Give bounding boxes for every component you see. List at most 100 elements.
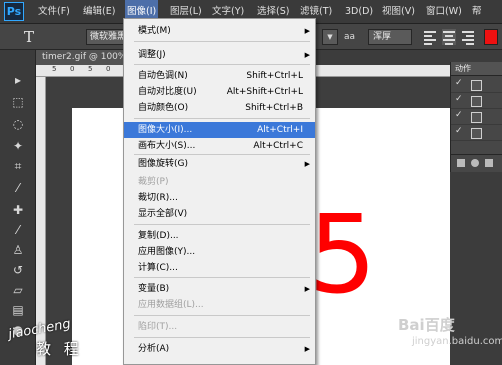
- clone-stamp-icon[interactable]: ♙: [10, 242, 26, 258]
- history-brush-icon[interactable]: ↺: [10, 262, 26, 278]
- canvas-digit: 5: [308, 193, 377, 318]
- photoshop-logo: Ps: [4, 2, 24, 21]
- menu-item-label: 计算(C)...: [138, 263, 178, 273]
- chevron-down-icon[interactable]: ▼: [322, 29, 338, 45]
- anti-alias-select[interactable]: 浑厚: [368, 29, 412, 45]
- menu-item-apply-image[interactable]: 应用图像(Y)...: [124, 244, 315, 260]
- menu-separator: [134, 118, 310, 119]
- action-row[interactable]: ✓: [451, 93, 502, 109]
- submenu-arrow-icon: ▶: [304, 160, 310, 168]
- menu-item-label: 模式(M): [138, 26, 171, 36]
- actions-panel: 动作 ✓ ✓ ✓ ✓: [450, 62, 502, 172]
- crop-tool-icon[interactable]: ⌗: [10, 158, 26, 174]
- menu-edit[interactable]: 编辑(E): [83, 0, 115, 24]
- menu-item-auto-contrast[interactable]: 自动对比度(U) Alt+Shift+Ctrl+L: [124, 84, 315, 100]
- menu-item-trim[interactable]: 裁切(R)...: [124, 190, 315, 206]
- ruler-number: 0: [70, 65, 75, 73]
- healing-brush-icon[interactable]: ✚: [10, 202, 26, 218]
- lasso-tool-icon[interactable]: ◌: [10, 116, 26, 132]
- menu-file[interactable]: 文件(F): [38, 0, 70, 24]
- menu-item-label: 调整(J): [138, 50, 166, 60]
- submenu-arrow-icon: ▶: [304, 285, 310, 293]
- align-left-icon[interactable]: [423, 29, 437, 45]
- menu-item-shortcut: Alt+Ctrl+I: [257, 125, 303, 135]
- menu-item-label: 裁剪(P): [138, 177, 169, 187]
- menu-item-label: 裁切(R)...: [138, 193, 178, 203]
- check-icon[interactable]: ✓: [455, 110, 463, 120]
- dialog-toggle-icon[interactable]: [471, 96, 482, 107]
- menu-view[interactable]: 视图(V): [382, 0, 415, 24]
- menu-item-label: 复制(D)...: [138, 231, 179, 241]
- action-row[interactable]: ✓: [451, 109, 502, 125]
- menu-item-shortcut: Alt+Shift+Ctrl+L: [226, 87, 303, 97]
- menu-item-label: 分析(A): [138, 344, 170, 354]
- dialog-toggle-icon[interactable]: [471, 128, 482, 139]
- menu-item-label: 自动色调(N): [138, 71, 188, 81]
- type-tool-icon[interactable]: T: [20, 27, 38, 47]
- menu-item-image-rotation[interactable]: 图像旋转(G) ▶: [124, 156, 315, 172]
- submenu-arrow-icon: ▶: [304, 51, 310, 59]
- menu-item-label: 自动对比度(U): [138, 87, 197, 97]
- check-icon[interactable]: ✓: [455, 126, 463, 136]
- menu-item-crop: 裁剪(P): [124, 174, 315, 190]
- menu-item-label: 显示全部(V): [138, 209, 188, 219]
- eraser-tool-icon[interactable]: ▱: [10, 282, 26, 298]
- align-center-icon[interactable]: [442, 29, 456, 45]
- menu-3d[interactable]: 3D(D): [345, 0, 373, 24]
- menu-item-auto-color[interactable]: 自动颜色(O) Shift+Ctrl+B: [124, 100, 315, 116]
- menu-item-canvas-size[interactable]: 画布大小(S)... Alt+Ctrl+C: [124, 138, 315, 154]
- text-color-swatch[interactable]: [484, 29, 498, 45]
- menu-separator: [134, 277, 310, 278]
- font-family-select[interactable]: 微软雅黑: [86, 29, 124, 45]
- watermark-baidu: Bai百度 jingyan.baidu.com: [398, 314, 502, 358]
- menu-window[interactable]: 窗口(W): [426, 0, 462, 24]
- menu-help[interactable]: 帮: [472, 0, 482, 24]
- menu-separator: [134, 64, 310, 65]
- submenu-arrow-icon: ▶: [304, 27, 310, 35]
- menu-separator: [134, 315, 310, 316]
- menu-item-label: 变量(B): [138, 284, 170, 294]
- marquee-tool-icon[interactable]: ⬚: [10, 94, 26, 110]
- menu-separator: [134, 337, 310, 338]
- watermark-left: jiaocheng 教 程: [7, 308, 124, 363]
- menu-item-label: 图像大小(I)...: [138, 125, 193, 135]
- menu-item-variables[interactable]: 变量(B) ▶: [124, 281, 315, 297]
- move-tool-icon[interactable]: ▸: [10, 72, 26, 88]
- menu-item-reveal-all[interactable]: 显示全部(V): [124, 206, 315, 222]
- menu-item-image-size[interactable]: 图像大小(I)... Alt+Ctrl+I: [124, 122, 315, 138]
- menu-separator: [134, 41, 310, 42]
- dialog-toggle-icon[interactable]: [471, 80, 482, 91]
- menu-item-analysis[interactable]: 分析(A) ▶: [124, 341, 315, 357]
- document-tab[interactable]: timer2.gif @ 100%: [36, 50, 132, 65]
- dialog-toggle-icon[interactable]: [471, 112, 482, 123]
- check-icon[interactable]: ✓: [455, 94, 463, 104]
- eyedropper-icon[interactable]: ⁄: [10, 180, 26, 196]
- align-right-icon[interactable]: [461, 29, 475, 45]
- record-icon[interactable]: [471, 159, 479, 167]
- check-icon[interactable]: ✓: [455, 78, 463, 88]
- menu-item-auto-tone[interactable]: 自动色调(N) Shift+Ctrl+L: [124, 68, 315, 84]
- menu-item-duplicate[interactable]: 复制(D)...: [124, 228, 315, 244]
- menu-item-adjustments[interactable]: 调整(J) ▶: [124, 47, 315, 63]
- menu-item-apply-data-set: 应用数据组(L)...: [124, 297, 315, 313]
- anti-alias-icon: aa: [344, 32, 356, 42]
- action-row[interactable]: ✓: [451, 125, 502, 141]
- menu-item-calculations[interactable]: 计算(C)...: [124, 260, 315, 276]
- menu-item-label: 图像旋转(G): [138, 159, 188, 169]
- ruler-number: 0: [106, 65, 111, 73]
- watermark-text-cn: 教 程: [36, 340, 83, 358]
- brush-tool-icon[interactable]: ⁄: [10, 222, 26, 238]
- actions-panel-title[interactable]: 动作: [451, 62, 502, 76]
- action-row[interactable]: ✓: [451, 77, 502, 93]
- menu-item-shortcut: Shift+Ctrl+L: [246, 71, 303, 81]
- menu-item-shortcut: Shift+Ctrl+B: [245, 103, 303, 113]
- ruler-number: 5: [52, 65, 57, 73]
- play-icon[interactable]: [485, 159, 493, 167]
- menu-item-mode[interactable]: 模式(M) ▶: [124, 23, 315, 39]
- watermark-url: jingyan.baidu.com: [412, 336, 502, 347]
- menu-item-shortcut: Alt+Ctrl+C: [253, 141, 303, 151]
- ruler-number: 5: [88, 65, 93, 73]
- stop-icon[interactable]: [457, 159, 465, 167]
- magic-wand-icon[interactable]: ✦: [10, 138, 26, 154]
- image-menu-dropdown: 模式(M) ▶ 调整(J) ▶ 自动色调(N) Shift+Ctrl+L 自动对比度(U) A…: [123, 18, 316, 365]
